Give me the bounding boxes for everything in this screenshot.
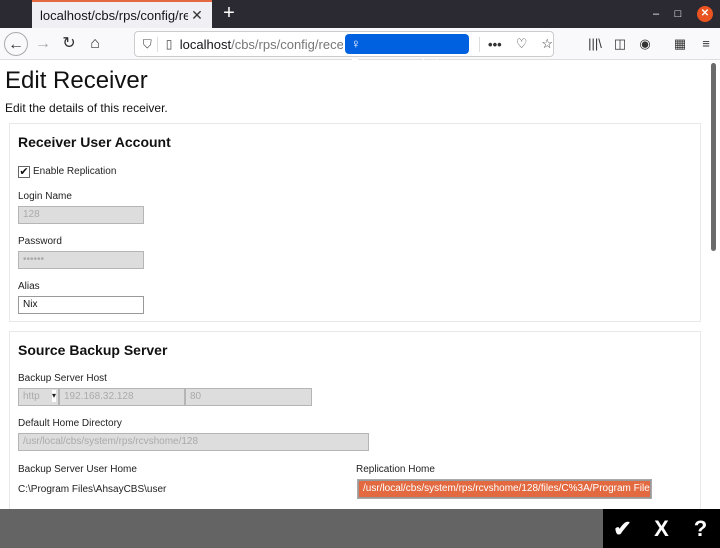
lightbulb-icon: ♀ [351, 36, 361, 51]
library-icon[interactable]: |||\ [585, 34, 605, 54]
url-bar[interactable]: ⛉ ▯ localhost/cbs/rps/config/rece ♀ Reco… [134, 31, 554, 71]
enable-replication-label: Enable Replication [33, 166, 117, 177]
protocol-value: http [23, 391, 40, 402]
enable-replication-checkbox[interactable]: ✔ [18, 166, 30, 178]
recommendation-button[interactable]: ♀ Recommendation [345, 34, 470, 71]
url-text[interactable]: localhost/cbs/rps/config/rece [180, 37, 343, 52]
login-name-input[interactable]: 128 [18, 206, 144, 224]
host-port-input[interactable]: 80 [185, 388, 312, 406]
back-button[interactable]: ← [4, 32, 28, 56]
default-home-label: Default Home Directory [18, 418, 122, 429]
url-path: /cbs/rps/config/rece [231, 36, 344, 52]
receiver-account-panel: Receiver User Account ✔ Enable Replicati… [9, 123, 701, 322]
close-window-button[interactable]: ✕ [697, 6, 713, 22]
page-content: Edit Receiver Edit the details of this r… [0, 61, 712, 509]
ok-check-icon[interactable]: ✔ [608, 516, 638, 542]
password-input[interactable]: •••••• [18, 251, 144, 269]
url-host: localhost [179, 36, 232, 52]
receiver-account-heading: Receiver User Account [18, 134, 171, 150]
backup-server-host-label: Backup Server Host [18, 373, 107, 384]
menu-icon[interactable]: ≡ [696, 34, 716, 54]
password-label: Password [18, 236, 62, 247]
replication-home-label: Replication Home [356, 464, 435, 475]
alias-input[interactable]: Nix [18, 296, 144, 314]
default-home-input[interactable]: /usr/local/cbs/system/rps/rcvshome/128 [18, 433, 369, 451]
new-tab-button[interactable]: + [218, 3, 240, 25]
source-server-heading: Source Backup Server [18, 342, 168, 358]
forward-button[interactable]: → [31, 32, 55, 56]
pocket-icon[interactable]: ♡ [516, 36, 528, 52]
page-icon[interactable]: ▯ [158, 37, 179, 51]
page-title: Edit Receiver [5, 67, 148, 94]
page-actions-icon[interactable]: ••• [479, 36, 502, 52]
page-subtitle: Edit the details of this receiver. [5, 101, 168, 115]
browser-titlebar: localhost/cbs/rps/config/rec ✕ + – □ ✕ [0, 0, 720, 28]
protocol-select[interactable]: http ▾ [18, 388, 59, 406]
cancel-x-icon[interactable]: X [647, 516, 677, 542]
host-address-input[interactable]: 192.168.32.128 [59, 388, 185, 406]
chevron-down-icon: ▾ [51, 390, 56, 402]
extensions-icon[interactable]: ▦ [670, 34, 690, 54]
reload-button[interactable]: ↻ [57, 32, 81, 56]
sidebar-icon[interactable]: ◫ [610, 34, 630, 54]
footer-bar: ✔ X ? [0, 509, 720, 548]
browser-navbar: ← → ↻ ⌂ ⛉ ▯ localhost/cbs/rps/config/rec… [0, 28, 720, 71]
alias-label: Alias [18, 281, 40, 292]
user-home-label: Backup Server User Home [18, 464, 137, 475]
home-button[interactable]: ⌂ [83, 32, 107, 56]
scrollbar-thumb[interactable] [711, 63, 716, 251]
login-name-label: Login Name [18, 191, 72, 202]
maximize-button[interactable]: □ [670, 6, 686, 22]
footer-actions: ✔ X ? [603, 509, 720, 548]
help-question-icon[interactable]: ? [686, 516, 716, 542]
replication-home-input[interactable]: /usr/local/cbs/system/rps/rcvshome/128/f… [357, 479, 652, 499]
browser-tab[interactable]: localhost/cbs/rps/config/rec ✕ [32, 0, 212, 28]
account-icon[interactable]: ◉ [635, 34, 655, 54]
user-home-value: C:\Program Files\AhsayCBS\user [18, 484, 167, 495]
close-tab-icon[interactable]: ✕ [188, 7, 206, 24]
tab-title: localhost/cbs/rps/config/rec [40, 7, 188, 23]
shield-icon[interactable]: ⛉ [137, 36, 159, 52]
source-server-panel: Source Backup Server Backup Server Host … [9, 331, 701, 509]
bookmark-star-icon[interactable]: ☆ [541, 36, 553, 52]
minimize-button[interactable]: – [648, 6, 664, 22]
